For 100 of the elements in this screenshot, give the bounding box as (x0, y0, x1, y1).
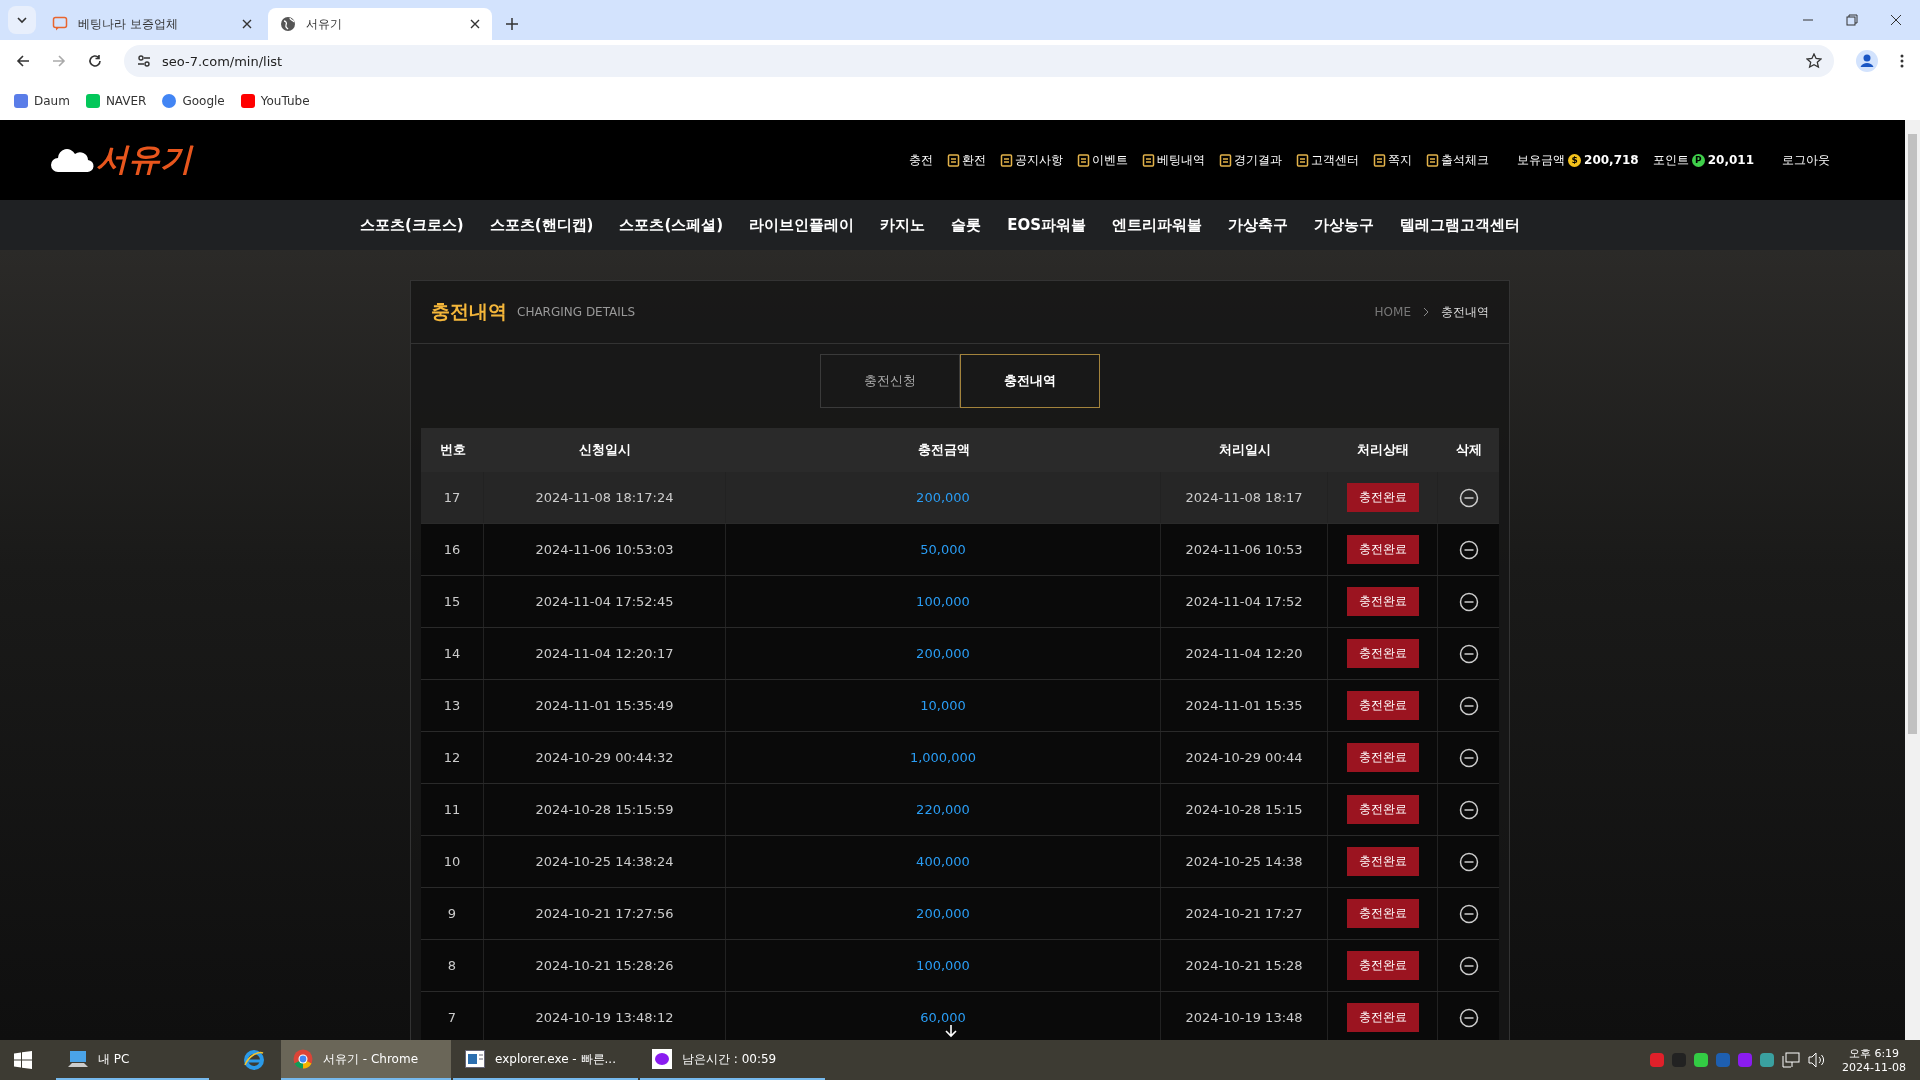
tab-search-button[interactable] (8, 6, 36, 34)
close-icon[interactable] (1890, 14, 1902, 26)
taskbar-button[interactable]: 내 PC (56, 1040, 209, 1080)
column-header: 번호 (438, 441, 467, 459)
page-tab[interactable]: 충전내역 (960, 354, 1100, 408)
top-menu-link[interactable]: 베팅내역 (1142, 151, 1206, 169)
nav-link[interactable]: 카지노 (880, 215, 926, 235)
tray-app-icon[interactable] (1760, 1053, 1775, 1067)
request-date: 2024-11-08 18:17:24 (535, 490, 674, 505)
table-row[interactable]: 7 2024-10-19 13:48:12 60,000 2024-10-19 13:48 충전완료 (421, 992, 1499, 1040)
chrome-icon (293, 1049, 313, 1069)
close-icon[interactable] (470, 19, 480, 29)
delete-icon[interactable] (1458, 747, 1479, 768)
row-number: 15 (443, 594, 461, 609)
bookmark-link[interactable]: Daum (14, 94, 70, 108)
coin-badge: $ (1568, 153, 1582, 167)
profile-icon[interactable] (1856, 50, 1878, 72)
status-badge: 충전완료 (1346, 1003, 1419, 1032)
table-row[interactable]: 14 2024-11-04 12:20:17 200,000 2024-11-04 12:20 충전완료 (421, 628, 1499, 680)
processed-date: 2024-10-19 13:48 (1185, 1010, 1303, 1025)
chat-icon (52, 16, 68, 32)
breadcrumb-link[interactable]: HOME (1374, 305, 1411, 319)
table-row[interactable]: 16 2024-11-06 10:53:03 50,000 2024-11-06 10:53 충전완료 (421, 524, 1499, 576)
nav-link[interactable]: 엔트리파워볼 (1112, 215, 1202, 235)
delete-icon[interactable] (1458, 799, 1479, 820)
delete-icon[interactable] (1458, 539, 1479, 560)
top-menu-link[interactable]: 경기결과 (1219, 151, 1283, 169)
top-menu-link[interactable]: 출석체크 (1426, 151, 1490, 169)
delete-icon[interactable] (1458, 1007, 1479, 1028)
column-header: 충전금액 (916, 441, 971, 459)
column-header: 처리일시 (1217, 441, 1272, 459)
bookmark-star-icon[interactable] (1806, 53, 1822, 69)
app-icon (652, 1049, 672, 1069)
more-icon[interactable] (1900, 54, 1904, 68)
nav-link[interactable]: 스포츠(핸디캡) (489, 215, 594, 235)
clock[interactable]: 오후 6:19 2024-11-08 (1842, 1046, 1906, 1074)
menu-icon (1219, 153, 1233, 167)
logout-link[interactable]: 로그아웃 (1782, 151, 1830, 169)
table-row[interactable]: 15 2024-11-04 17:52:45 100,000 2024-11-04 17:52 충전완료 (421, 576, 1499, 628)
nav-link[interactable]: EOS파워볼 (1007, 215, 1086, 235)
processed-date: 2024-10-28 15:15 (1185, 802, 1303, 817)
close-icon[interactable] (242, 19, 252, 29)
window-icon (465, 1050, 485, 1068)
points-label: 포인트 (1652, 151, 1689, 169)
delete-icon[interactable] (1458, 487, 1479, 508)
browser-tab[interactable]: 서유기 (268, 8, 492, 40)
new-tab-icon[interactable] (506, 18, 518, 30)
restore-icon[interactable] (1846, 14, 1858, 26)
nav-link[interactable]: 가상농구 (1314, 215, 1374, 235)
amount-text: 60,000 (920, 1010, 966, 1025)
browser-tab[interactable]: 베팅나라 보증업체 (40, 8, 264, 40)
table-row[interactable]: 13 2024-11-01 15:35:49 10,000 2024-11-01 15:35 충전완료 (421, 680, 1499, 732)
tray-app-icon[interactable] (1694, 1053, 1709, 1067)
delete-icon[interactable] (1458, 643, 1479, 664)
bookmark-link[interactable]: Google (162, 94, 225, 108)
top-menu-link[interactable]: 고객센터 (1296, 151, 1360, 169)
address-bar[interactable]: seo-7.com/min/list (124, 45, 1834, 77)
volume-icon[interactable] (1808, 1052, 1827, 1068)
top-menu-link[interactable]: 환전 (947, 151, 987, 169)
scroll-down-icon[interactable] (944, 1024, 958, 1038)
request-date: 2024-11-06 10:53:03 (535, 542, 674, 557)
delete-icon[interactable] (1458, 955, 1479, 976)
back-icon[interactable] (16, 54, 30, 68)
site-settings-icon[interactable] (136, 53, 152, 69)
top-menu-link[interactable]: 쪽지 (1373, 151, 1413, 169)
delete-icon[interactable] (1458, 851, 1479, 872)
nav-link[interactable]: 텔레그램고객센터 (1400, 215, 1520, 235)
points-value: 20,011 (1707, 153, 1754, 167)
delete-icon[interactable] (1458, 591, 1479, 612)
table-row[interactable]: 17 2024-11-08 18:17:24 200,000 2024-11-08 18:17 충전완료 (421, 472, 1499, 524)
taskbar-button[interactable]: 남은시간 : 00:59 (640, 1040, 825, 1080)
bookmark-link[interactable]: NAVER (85, 94, 147, 108)
bookmark-icon (240, 94, 255, 108)
table-row[interactable]: 8 2024-10-21 15:28:26 100,000 2024-10-21 15:28 충전완료 (421, 940, 1499, 992)
site-logo[interactable]: 서유기 (50, 138, 192, 182)
windows-start-icon[interactable] (14, 1051, 32, 1069)
table-row[interactable]: 11 2024-10-28 15:15:59 220,000 2024-10-28 15:15 충전완료 (421, 784, 1499, 836)
processed-date: 2024-10-21 17:27 (1185, 906, 1303, 921)
bookmark-link[interactable]: YouTube (240, 94, 310, 108)
bookmark-icon (162, 94, 177, 108)
table-row[interactable]: 12 2024-10-29 00:44:32 1,000,000 2024-10-29 00:44 충전완료 (421, 732, 1499, 784)
nav-link[interactable]: 슬롯 (951, 215, 982, 235)
network-icon[interactable] (1782, 1052, 1801, 1068)
table-row[interactable]: 10 2024-10-25 14:38:24 400,000 2024-10-25 14:38 충전완료 (421, 836, 1499, 888)
scrollbar[interactable] (1905, 120, 1920, 1040)
taskbar-button[interactable]: explorer.exe - 빠른... (453, 1040, 638, 1080)
top-menu-link[interactable]: 충전 (909, 151, 934, 169)
nav-link[interactable]: 스포츠(크로스) (360, 215, 464, 235)
top-menu-link[interactable]: 이벤트 (1077, 151, 1129, 169)
nav-link[interactable]: 스포츠(스페셜) (619, 215, 724, 235)
nav-link[interactable]: 가상축구 (1228, 215, 1288, 235)
table-row[interactable]: 9 2024-10-21 17:27:56 200,000 2024-10-21 17:27 충전완료 (421, 888, 1499, 940)
reload-icon[interactable] (88, 54, 102, 68)
nav-link[interactable]: 라이브인플레이 (749, 215, 855, 235)
page-tab[interactable]: 충전신청 (820, 354, 960, 408)
delete-icon[interactable] (1458, 695, 1479, 716)
delete-icon[interactable] (1458, 903, 1479, 924)
amount-text: 1,000,000 (909, 750, 977, 765)
top-menu-link[interactable]: 공지사항 (1000, 151, 1064, 169)
taskbar-button[interactable]: 서유기 - Chrome (281, 1040, 451, 1080)
